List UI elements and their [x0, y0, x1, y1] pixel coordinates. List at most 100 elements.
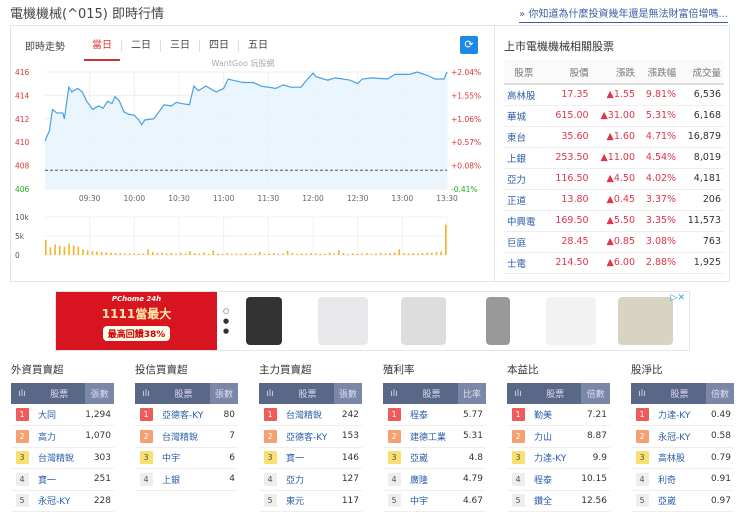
- stock-name[interactable]: 永冠-KY: [653, 425, 706, 448]
- column-header[interactable]: 張數: [85, 383, 114, 404]
- table-row[interactable]: 3 力達-KY 9.9: [507, 447, 610, 469]
- column-header[interactable]: 張數: [210, 383, 238, 404]
- table-row[interactable]: 1 勤美 7.21: [507, 404, 610, 426]
- stock-name[interactable]: 東元: [281, 490, 334, 512]
- table-row[interactable]: 3 寶一 146: [259, 447, 362, 469]
- product-image[interactable]: [401, 297, 446, 345]
- stock-name[interactable]: 亞德客-KY: [281, 425, 334, 448]
- stock-name[interactable]: 寶一: [33, 468, 86, 491]
- stock-name[interactable]: 亞崴: [653, 490, 706, 512]
- table-row[interactable]: 正道 13.80 ▲0.45 3.37% 206: [504, 189, 724, 211]
- carousel-dots[interactable]: ○ ● ●: [223, 306, 229, 336]
- stock-name[interactable]: 巨庭: [504, 231, 547, 253]
- table-row[interactable]: 4 程泰 10.15: [507, 468, 610, 491]
- product-image[interactable]: [486, 297, 510, 345]
- stock-name[interactable]: 廣隆: [405, 468, 458, 491]
- product-image[interactable]: [318, 297, 368, 345]
- stock-name[interactable]: 台灣精銳: [157, 425, 210, 448]
- stock-name[interactable]: 台灣精銳: [281, 404, 334, 426]
- table-row[interactable]: 2 亞德客-KY 153: [259, 425, 362, 448]
- stock-name[interactable]: 上銀: [157, 468, 210, 491]
- stock-name[interactable]: 勤美: [529, 404, 582, 426]
- stock-name[interactable]: 台灣精銳: [33, 447, 86, 469]
- product-image[interactable]: [618, 297, 673, 345]
- table-row[interactable]: 高林股 17.35 ▲1.55 9.81% 6,536: [504, 84, 724, 106]
- table-row[interactable]: 4 利奇 0.91: [631, 468, 734, 491]
- stock-name[interactable]: 高林股: [504, 84, 547, 106]
- ad-banner[interactable]: PChome 24h 1111當最大 最高回饋38% ○ ● ● ▷✕: [55, 291, 690, 351]
- stock-name[interactable]: 永冠-KY: [33, 490, 86, 512]
- stock-name[interactable]: 利奇: [653, 468, 706, 491]
- stock-name[interactable]: 鑽全: [529, 490, 582, 512]
- table-row[interactable]: 5 亞崴 0.97: [631, 490, 734, 512]
- table-row[interactable]: 2 永冠-KY 0.58: [631, 425, 734, 448]
- table-row[interactable]: 巨庭 28.45 ▲0.85 3.08% 763: [504, 231, 724, 253]
- stock-name[interactable]: 高力: [33, 425, 86, 448]
- table-row[interactable]: 3 台灣精銳 303: [11, 447, 114, 469]
- product-image[interactable]: [546, 297, 596, 345]
- table-row[interactable]: 3 中宇 6: [135, 447, 238, 469]
- table-row[interactable]: 5 永冠-KY 228: [11, 490, 114, 512]
- table-row[interactable]: 5 中宇 4.67: [383, 490, 486, 512]
- table-row[interactable]: 1 台灣精銳 242: [259, 404, 362, 426]
- ad-close-icon[interactable]: ▷✕: [671, 293, 685, 303]
- promo-link[interactable]: » 你知道為什麼投資幾年還是無法財富倍增嗎...: [519, 5, 728, 23]
- stock-name[interactable]: 亞力: [504, 168, 547, 190]
- table-row[interactable]: 4 廣隆 4.79: [383, 468, 486, 491]
- ad-promo[interactable]: PChome 24h 1111當最大 最高回饋38%: [56, 292, 217, 350]
- column-header[interactable]: 倍數: [581, 383, 610, 404]
- table-row[interactable]: 2 建德工業 5.31: [383, 425, 486, 448]
- table-row[interactable]: 1 大同 1,294: [11, 404, 114, 426]
- stock-name[interactable]: 亞德客-KY: [157, 404, 210, 426]
- stock-name[interactable]: 亞崴: [405, 447, 458, 469]
- chart-icon[interactable]: ılı: [507, 383, 529, 404]
- column-header[interactable]: 張數: [334, 383, 362, 404]
- chart-icon[interactable]: ılı: [383, 383, 405, 404]
- stock-name[interactable]: 建德工業: [405, 425, 458, 448]
- column-header[interactable]: 比率: [458, 383, 486, 404]
- table-row[interactable]: 3 亞崴 4.8: [383, 447, 486, 469]
- table-row[interactable]: 華城 615.00 ▲31.00 5.31% 6,168: [504, 105, 724, 127]
- stock-name[interactable]: 中宇: [405, 490, 458, 512]
- column-header[interactable]: 倍數: [706, 383, 734, 404]
- table-row[interactable]: 5 鑽全 12.56: [507, 490, 610, 512]
- table-row[interactable]: 1 程泰 5.77: [383, 404, 486, 426]
- stock-name[interactable]: 亞力: [281, 468, 334, 491]
- chart-icon[interactable]: ılı: [259, 383, 281, 404]
- stock-name[interactable]: 上銀: [504, 147, 547, 169]
- table-row[interactable]: 1 亞德客-KY 80: [135, 404, 238, 426]
- table-row[interactable]: 4 上銀 4: [135, 468, 238, 491]
- stock-name[interactable]: 程泰: [405, 404, 458, 426]
- table-row[interactable]: 東台 35.60 ▲1.60 4.71% 16,879: [504, 126, 724, 148]
- chart-icon[interactable]: ılı: [135, 383, 157, 404]
- stock-name[interactable]: 華城: [504, 105, 547, 127]
- stock-name[interactable]: 力達-KY: [653, 404, 706, 426]
- stock-name[interactable]: 東台: [504, 126, 547, 148]
- table-row[interactable]: 5 東元 117: [259, 490, 362, 512]
- table-row[interactable]: 4 寶一 251: [11, 468, 114, 491]
- stock-name[interactable]: 士電: [504, 252, 547, 274]
- table-row[interactable]: 2 台灣精銳 7: [135, 425, 238, 448]
- table-row[interactable]: 2 高力 1,070: [11, 425, 114, 448]
- table-row[interactable]: 士電 214.50 ▲6.00 2.88% 1,925: [504, 252, 724, 274]
- stock-name[interactable]: 正道: [504, 189, 547, 211]
- stock-name[interactable]: 高林股: [653, 447, 706, 469]
- table-row[interactable]: 亞力 116.50 ▲4.50 4.02% 4,181: [504, 168, 724, 190]
- table-row[interactable]: 2 力山 8.87: [507, 425, 610, 448]
- table-row[interactable]: 4 亞力 127: [259, 468, 362, 491]
- chart-icon[interactable]: ılı: [631, 383, 653, 404]
- table-row[interactable]: 中興電 169.50 ▲5.50 3.35% 11,573: [504, 210, 724, 232]
- volume-bar: [170, 253, 173, 255]
- table-row[interactable]: 1 力達-KY 0.49: [631, 404, 734, 426]
- stock-name[interactable]: 寶一: [281, 447, 334, 469]
- stock-name[interactable]: 中宇: [157, 447, 210, 469]
- stock-name[interactable]: 力達-KY: [529, 447, 582, 469]
- stock-name[interactable]: 程泰: [529, 468, 582, 491]
- table-row[interactable]: 上銀 253.50 ▲11.00 4.54% 8,019: [504, 147, 724, 169]
- chart-icon[interactable]: ılı: [11, 383, 33, 404]
- stock-name[interactable]: 中興電: [504, 210, 547, 232]
- stock-name[interactable]: 力山: [529, 425, 582, 448]
- product-image[interactable]: [246, 297, 282, 345]
- table-row[interactable]: 3 高林股 0.79: [631, 447, 734, 469]
- stock-name[interactable]: 大同: [33, 404, 86, 426]
